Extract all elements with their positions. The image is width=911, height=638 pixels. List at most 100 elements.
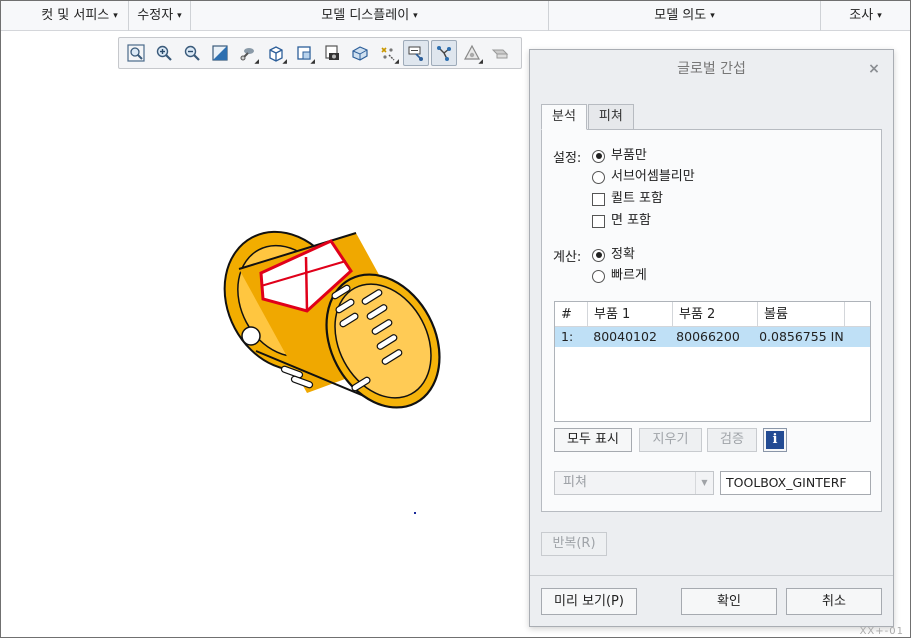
view-manager-icon [325,45,339,60]
table-row[interactable]: 1: 80040102 80066200 0.0856755 IN [555,327,870,347]
ribbon-group-label: 컷 및 서피스 [41,8,110,23]
interference-table: # 부품 1 부품 2 볼륨 1: 80040102 80066200 0.08… [554,301,871,422]
checkbox-icon [592,192,605,206]
ribbon-group-label: 수정자 [137,8,174,23]
dialog-title: 글로벌 간섭 [677,61,746,77]
ribbon-group-label: 모델 디스플레이 [321,8,410,23]
cancel-button[interactable]: 취소 [786,588,882,615]
settings-label: 설정: [553,151,582,166]
interference-display-button[interactable] [431,40,457,66]
close-icon[interactable]: × [865,60,883,78]
radio-checked-icon [592,248,605,262]
checkbox-icon [592,214,605,228]
checkbox-include-quilts[interactable]: 퀼트 포함 [592,190,663,208]
ribbon-group-model-intent[interactable]: 모델 의도 ▾ [549,1,821,31]
datum-display-button[interactable]: ◢ [375,40,401,66]
app-window: 컷 및 서피스▾ 수정자▾ 모델 디스플레이▾ 모델 의도▾ 조사▾ [0,0,911,638]
chevron-down-icon: ▾ [877,11,882,21]
flyout-indicator-icon: ◢ [478,58,483,65]
option-label: 빠르게 [611,268,647,283]
option-label: 부품만 [611,148,647,163]
cell-part1: 80040102 [593,329,657,344]
analysis-panel: 설정: 부품만 서브어셈블리만 퀼트 포함 면 포함 계산: 정확 빠르게 # … [541,129,882,512]
assembly-model-view[interactable] [211,201,451,441]
verify-button[interactable]: 검증 [707,428,757,452]
dialog-divider [530,575,893,576]
zoom-in-button[interactable] [151,40,177,66]
dialog-tabs: 분석 피쳐 [541,104,635,130]
ribbon-group-label: 조사 [849,8,874,23]
display-style-button[interactable]: ◢ [263,40,289,66]
ribbon-group-investigate[interactable]: 조사 ▾ [821,1,910,31]
option-label: 서브어셈블리만 [611,169,695,184]
show-all-button[interactable]: 모두 표시 [554,428,632,452]
table-header: # 부품 1 부품 2 볼륨 [555,302,870,327]
annotation-display-button[interactable] [403,40,429,66]
radio-unchecked-icon [592,269,605,283]
view-manager-button[interactable] [319,40,345,66]
repaint-icon [212,45,228,61]
chevron-down-icon: ▾ [413,11,418,21]
saved-orientations-button[interactable]: ◢ [291,40,317,66]
column-header-index[interactable]: # [555,302,588,327]
chevron-down-icon: ▾ [113,11,118,21]
dropdown-arrow-icon: ▼ [695,472,713,494]
corner-watermark: XX+-01 [859,626,904,637]
computation-label: 계산: [553,250,582,265]
radio-subassemblies-only[interactable]: 서브어셈블리만 [592,168,695,186]
perspective-view-button[interactable] [347,40,373,66]
radio-checked-icon [592,149,605,163]
info-icon: i [766,431,784,449]
tab-analysis[interactable]: 분석 [541,104,587,130]
radio-quick[interactable]: 빠르게 [592,267,647,285]
section-icon [491,49,509,59]
zoom-out-button[interactable] [179,40,205,66]
clear-button[interactable]: 지우기 [639,428,702,452]
option-label: 면 포함 [611,213,652,228]
column-header-part2[interactable]: 부품 2 [673,302,758,327]
spin-center-button[interactable]: ◢ [235,40,261,66]
option-label: 퀼트 포함 [611,191,663,206]
global-interference-dialog: 글로벌 간섭 × 분석 피쳐 설정: 부품만 서브어셈블리만 퀼트 포함 면 포… [529,49,894,627]
chevron-down-icon: ▾ [710,11,715,21]
cell-part2: 80066200 [676,329,740,344]
checkbox-include-facets[interactable]: 면 포함 [592,212,651,230]
tab-feature[interactable]: 피쳐 [587,104,634,130]
zoom-in-icon [156,45,172,61]
perspective-view-icon [352,46,368,61]
appearance-button[interactable]: ◢ [459,40,485,66]
option-label: 정확 [611,247,635,262]
chevron-down-icon: ▾ [177,11,182,21]
repaint-button[interactable] [207,40,233,66]
annotation-display-icon [408,46,423,61]
flyout-indicator-icon: ◢ [254,58,259,65]
column-header-blank [845,302,870,327]
preview-button[interactable]: 미리 보기(P) [541,588,637,615]
cell-index: 1: [561,329,574,344]
graphics-toolbar: ◢ ◢ ◢ ◢ ◢ [118,37,522,69]
info-button[interactable]: i [763,428,787,452]
ribbon-group-modifiers[interactable]: 수정자 ▾ [129,1,191,31]
ok-button[interactable]: 확인 [681,588,777,615]
ribbon-group-cut-surface[interactable]: 컷 및 서피스 ▾ [31,1,129,31]
flyout-indicator-icon: ◢ [310,58,315,65]
radio-unchecked-icon [592,170,605,184]
radio-parts-only[interactable]: 부품만 [592,147,647,165]
zoom-fit-button[interactable] [123,40,149,66]
column-header-volume[interactable]: 볼륨 [758,302,845,327]
feature-name-input[interactable]: TOOLBOX_GINTERF [720,471,871,495]
origin-marker [414,512,416,514]
ribbon-group-label: 모델 의도 [654,8,707,23]
column-header-part1[interactable]: 부품 1 [588,302,673,327]
section-button[interactable] [487,40,513,66]
cell-volume: 0.0856755 IN [759,329,844,344]
ribbon-group-model-display[interactable]: 모델 디스플레이 ▾ [191,1,549,31]
feature-type-value: 피쳐 [563,475,587,490]
feature-type-select[interactable]: 피쳐 ▼ [554,471,714,495]
repeat-button[interactable]: 반복(R) [541,532,607,556]
zoom-fit-icon [127,44,145,62]
side-hole [241,326,261,346]
interference-display-icon [437,46,451,61]
flyout-indicator-icon: ◢ [282,58,287,65]
radio-exact[interactable]: 정확 [592,246,635,264]
